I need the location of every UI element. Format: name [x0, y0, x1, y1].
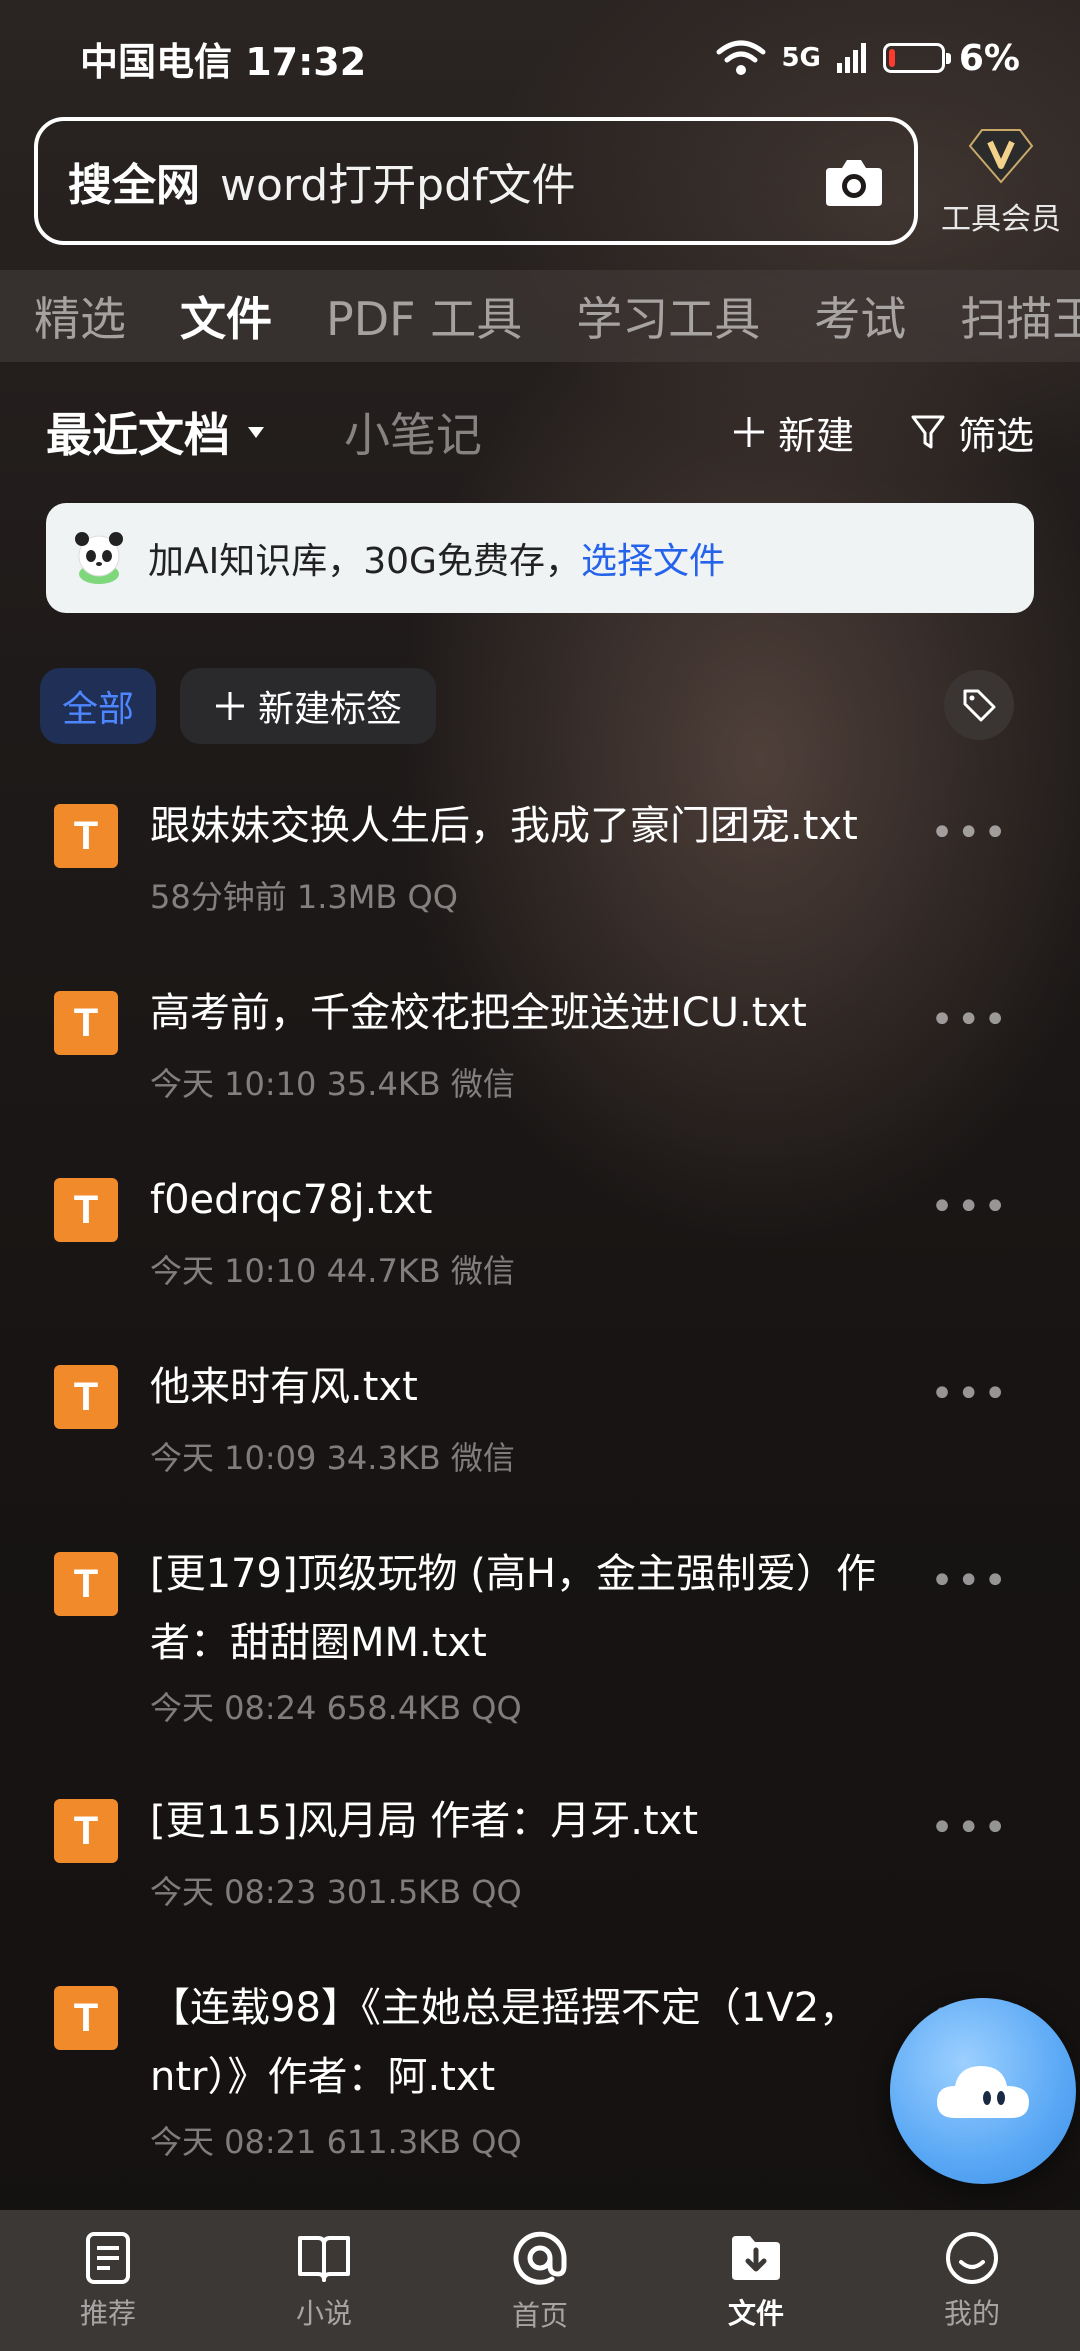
- bottom-navigation: 推荐 小说 首页 文件 我的: [0, 2210, 1080, 2351]
- nav-files-label: 文件: [727, 2296, 784, 2330]
- documents-header: 最近文档 小笔记 新建 筛选: [46, 400, 1034, 464]
- nav-novel-label: 小说: [295, 2296, 352, 2330]
- list-item[interactable]: T [更179]顶级玩物 (高H，金主强制爱）作者：甜甜圈MM.txt 今天 0…: [54, 1540, 1040, 1740]
- txt-file-icon: T: [54, 1178, 118, 1242]
- search-bar[interactable]: 搜全网 word打开pdf文件: [34, 117, 918, 245]
- tab-study-tools[interactable]: 学习工具: [576, 283, 760, 349]
- filter-button[interactable]: 筛选: [910, 405, 1034, 460]
- txt-file-icon: T: [54, 804, 118, 868]
- file-meta: 今天 08:24 658.4KB QQ: [150, 1689, 522, 1727]
- plus-icon: [733, 417, 764, 447]
- search-brand: 搜全网: [68, 160, 200, 211]
- file-meta: 58分钟前 1.3MB QQ: [150, 878, 458, 916]
- wifi-icon: [716, 40, 766, 75]
- file-name: 他来时有风.txt: [150, 1364, 418, 1410]
- more-options-icon[interactable]: •••: [930, 810, 1010, 856]
- signal-icon: [836, 43, 866, 73]
- status-icons: 5G 6%: [715, 38, 1020, 79]
- tool-membership[interactable]: 工具会员: [936, 126, 1066, 238]
- list-item[interactable]: T [更115]风月局 作者：月牙.txt 今天 08:23 301.5KB Q…: [54, 1787, 1040, 1917]
- filter-icon: [911, 415, 945, 449]
- camera-icon[interactable]: [824, 154, 884, 208]
- book-icon: [298, 2235, 350, 2282]
- file-meta: 今天 10:10 35.4KB 微信: [150, 1065, 515, 1103]
- battery-level: 6%: [958, 37, 1020, 79]
- download-folder-icon: [732, 2235, 780, 2280]
- vip-badge-icon: [968, 129, 1034, 184]
- tab-scanner[interactable]: 扫描王: [960, 283, 1080, 349]
- caret-down-icon[interactable]: [248, 426, 264, 438]
- new-tag-label: 新建标签: [257, 689, 402, 730]
- txt-file-icon: T: [54, 1552, 118, 1616]
- more-options-icon[interactable]: •••: [930, 997, 1010, 1043]
- txt-file-icon: T: [54, 991, 118, 1055]
- txt-file-icon: T: [54, 1986, 118, 2050]
- network-type: 5G: [781, 43, 821, 73]
- list-item[interactable]: T f0edrqc78j.txt 今天 10:10 44.7KB 微信 •••: [54, 1166, 1040, 1296]
- file-name: 【连载98】《主她总是摇摆不定（1V2，ntr）》作者：阿.txt: [150, 1985, 860, 2100]
- new-tag-button[interactable]: 新建标签: [180, 668, 436, 744]
- tag-icon: [963, 689, 996, 722]
- plus-icon: [215, 692, 244, 720]
- notes-tab[interactable]: 小笔记: [344, 399, 482, 465]
- file-name: [更179]顶级玩物 (高H，金主强制爱）作者：甜甜圈MM.txt: [150, 1551, 876, 1666]
- banner-text: 加AI知识库，30G免费存，: [148, 541, 581, 582]
- panda-icon: [75, 532, 123, 584]
- category-tabs: 精选 文件 PDF 工具 学习工具 考试 扫描王: [0, 270, 1080, 362]
- list-item[interactable]: T 他来时有风.txt 今天 10:09 34.3KB 微信 •••: [54, 1353, 1040, 1483]
- file-meta: 今天 10:10 44.7KB 微信: [150, 1252, 515, 1290]
- tab-exam[interactable]: 考试: [814, 283, 906, 349]
- search-home-icon: [513, 2231, 567, 2285]
- recent-documents-dropdown[interactable]: 最近文档: [46, 399, 230, 465]
- nav-mine-label: 我的: [943, 2296, 1000, 2330]
- cloud-icon: [937, 2066, 1029, 2118]
- txt-file-icon: T: [54, 1799, 118, 1863]
- file-name: 跟妹妹交换人生后，我成了豪门团宠.txt: [150, 803, 858, 849]
- battery-icon: [882, 43, 951, 73]
- tab-pdf-tools[interactable]: PDF 工具: [326, 283, 522, 349]
- file-meta: 今天 08:23 301.5KB QQ: [150, 1873, 522, 1911]
- more-options-icon[interactable]: •••: [930, 1371, 1010, 1417]
- tab-featured[interactable]: 精选: [34, 283, 126, 349]
- tab-files[interactable]: 文件: [180, 283, 272, 349]
- smile-icon: [946, 2231, 998, 2284]
- nav-recommend[interactable]: 推荐: [0, 2210, 216, 2351]
- nav-mine[interactable]: 我的: [864, 2210, 1080, 2351]
- nav-files[interactable]: 文件: [648, 2210, 864, 2351]
- nav-recommend-label: 推荐: [79, 2296, 136, 2330]
- cloud-assistant-button[interactable]: [890, 1998, 1076, 2184]
- document-icon: [86, 2231, 130, 2284]
- nav-novel[interactable]: 小说: [216, 2210, 432, 2351]
- ai-knowledge-banner[interactable]: 加AI知识库，30G免费存， 选择文件: [46, 503, 1034, 613]
- file-name: [更115]风月局 作者：月牙.txt: [150, 1798, 699, 1844]
- nav-home-label: 首页: [511, 2298, 568, 2332]
- status-bar: 中国电信 17:32 5G 6%: [80, 30, 1020, 86]
- tag-manage-button[interactable]: [944, 670, 1014, 740]
- txt-file-icon: T: [54, 1365, 118, 1429]
- nav-home[interactable]: 首页: [432, 2210, 648, 2351]
- new-label: 新建: [777, 413, 854, 458]
- search-input[interactable]: word打开pdf文件: [220, 149, 824, 213]
- more-options-icon[interactable]: •••: [930, 1558, 1010, 1604]
- more-options-icon[interactable]: •••: [930, 1805, 1010, 1851]
- file-name: 高考前，千金校花把全班送进ICU.txt: [150, 990, 807, 1036]
- file-meta: 今天 10:09 34.3KB 微信: [150, 1439, 515, 1477]
- tag-all[interactable]: 全部: [40, 668, 156, 744]
- new-button[interactable]: 新建: [732, 405, 854, 460]
- vip-label: 工具会员: [941, 202, 1061, 237]
- file-name: f0edrqc78j.txt: [150, 1177, 433, 1223]
- select-file-link[interactable]: 选择文件: [581, 532, 725, 584]
- filter-label: 筛选: [957, 413, 1034, 458]
- carrier-time: 中国电信 17:32: [80, 39, 367, 84]
- list-item[interactable]: T 高考前，千金校花把全班送进ICU.txt 今天 10:10 35.4KB 微…: [54, 979, 1040, 1109]
- file-meta: 今天 08:21 611.3KB QQ: [150, 2123, 522, 2161]
- list-item[interactable]: T 跟妹妹交换人生后，我成了豪门团宠.txt 58分钟前 1.3MB QQ ••…: [54, 792, 1040, 922]
- more-options-icon[interactable]: •••: [930, 1184, 1010, 1230]
